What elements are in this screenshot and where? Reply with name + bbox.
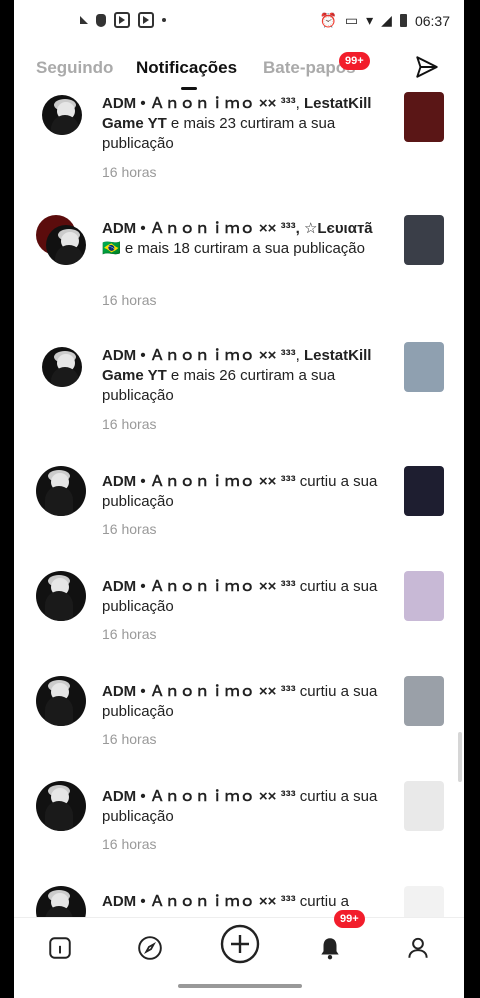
- tab-seguindo[interactable]: Seguindo: [36, 58, 113, 78]
- list-item[interactable]: ADM • Ａｎｏｎｉｍｏ ×× ³³³, LestatKill Game YT…: [14, 342, 464, 446]
- cast-icon: ▭: [344, 12, 359, 28]
- tab-notificacoes[interactable]: Notificações: [136, 58, 237, 78]
- timestamp: 16 horas: [102, 521, 157, 537]
- actor-name[interactable]: ADM • Ａｎｏｎｉｍｏ ×× ³³³: [102, 473, 296, 490]
- bottom-nav: 99+: [14, 910, 464, 998]
- notification-text: curtiu a: [295, 893, 349, 910]
- list-item[interactable]: ADM • Ａｎｏｎｉｍｏ ×× ³³³, ☆Lєυιαтã 🇧🇷 e mais…: [14, 215, 464, 319]
- avatar[interactable]: [36, 571, 86, 621]
- nav-profile[interactable]: [400, 930, 436, 966]
- media-icon: [114, 12, 130, 28]
- actor-name[interactable]: ADM • Ａｎｏｎｉｍｏ ×× ³³³: [102, 95, 296, 112]
- list-item[interactable]: ADM • Ａｎｏｎｉｍｏ ×× ³³³ curtiu a sua public…: [14, 571, 464, 675]
- home-icon: [49, 937, 71, 959]
- timestamp: 16 horas: [102, 626, 157, 642]
- list-item[interactable]: ADM • Ａｎｏｎｉｍｏ ×× ³³³ curtiu a sua public…: [14, 466, 464, 570]
- timestamp: 16 horas: [102, 836, 157, 852]
- status-bar: ⏰ ▭ ▾ ◢ 06:37: [14, 0, 464, 44]
- media-icon-2: [138, 12, 154, 28]
- nav-explore[interactable]: [132, 930, 168, 966]
- scrollbar[interactable]: [458, 732, 462, 782]
- notifications-screen: ⏰ ▭ ▾ ◢ 06:37 Seguindo Notificações Bate…: [14, 0, 464, 998]
- post-thumbnail[interactable]: [404, 342, 444, 392]
- profile-icon: [408, 937, 428, 958]
- post-thumbnail[interactable]: [404, 92, 444, 142]
- avatar[interactable]: [36, 676, 86, 726]
- notification-text: e mais 18 curtiram a sua publicação: [120, 240, 365, 257]
- avatar-secondary[interactable]: [46, 225, 86, 265]
- post-thumbnail[interactable]: [404, 676, 444, 726]
- create-icon: [220, 924, 260, 964]
- nav-home[interactable]: [42, 930, 78, 966]
- home-indicator[interactable]: [178, 984, 302, 988]
- timestamp: 16 horas: [102, 416, 157, 432]
- avatar[interactable]: [42, 347, 82, 387]
- post-thumbnail[interactable]: [404, 466, 444, 516]
- actor-name[interactable]: ADM • Ａｎｏｎｉｍｏ ×× ³³³: [102, 683, 296, 700]
- avatar[interactable]: [36, 466, 86, 516]
- actor-name[interactable]: ADM • Ａｎｏｎｉｍｏ ×× ³³³: [102, 893, 296, 910]
- hand-icon: [96, 13, 106, 27]
- timestamp: 16 horas: [102, 731, 157, 747]
- top-tabs: Seguindo Notificações Bate-papos 99+: [14, 52, 464, 88]
- list-item[interactable]: ADM • Ａｎｏｎｉｍｏ ×× ³³³ curtiu a sua public…: [14, 781, 464, 885]
- signal-icon: ◢: [381, 12, 392, 28]
- avatar[interactable]: [42, 95, 82, 135]
- bell-icon: [321, 938, 339, 960]
- post-thumbnail[interactable]: [404, 571, 444, 621]
- timestamp: 16 horas: [102, 164, 157, 180]
- actor-name[interactable]: ADM • Ａｎｏｎｉｍｏ ×× ³³³: [102, 578, 296, 595]
- profile-alert-icon: [80, 16, 88, 24]
- actor-name[interactable]: ADM • Ａｎｏｎｉｍｏ ×× ³³³: [102, 788, 296, 805]
- status-right: ⏰ ▭ ▾ ◢ 06:37: [319, 12, 450, 29]
- timestamp: 16 horas: [102, 292, 157, 308]
- list-item[interactable]: ADM • Ａｎｏｎｉｍｏ ×× ³³³, LestatKill Game YT…: [14, 90, 464, 194]
- more-dot-icon: [162, 18, 166, 22]
- post-thumbnail[interactable]: [404, 215, 444, 265]
- send-icon[interactable]: [414, 54, 440, 80]
- status-left-icons: [80, 12, 166, 28]
- wifi-icon: ▾: [366, 12, 374, 28]
- notification-list[interactable]: ADM • Ａｎｏｎｉｍｏ ×× ³³³, LestatKill Game YT…: [14, 90, 464, 928]
- post-thumbnail[interactable]: [404, 781, 444, 831]
- alarm-icon: ⏰: [319, 12, 337, 28]
- actor-name[interactable]: ADM • Ａｎｏｎｉｍｏ ×× ³³³: [102, 347, 296, 364]
- explore-icon: [138, 936, 162, 960]
- nav-notifications[interactable]: [312, 930, 348, 966]
- nav-create[interactable]: [220, 924, 260, 964]
- status-time: 06:37: [414, 12, 450, 29]
- actor-name[interactable]: ADM • Ａｎｏｎｉｍｏ ×× ³³³,: [102, 220, 300, 237]
- notification-badge: 99+: [334, 910, 365, 928]
- chat-badge: 99+: [339, 52, 370, 70]
- avatar[interactable]: [36, 781, 86, 831]
- battery-icon: [399, 14, 407, 27]
- list-item[interactable]: ADM • Ａｎｏｎｉｍｏ ×× ³³³ curtiu a sua public…: [14, 676, 464, 780]
